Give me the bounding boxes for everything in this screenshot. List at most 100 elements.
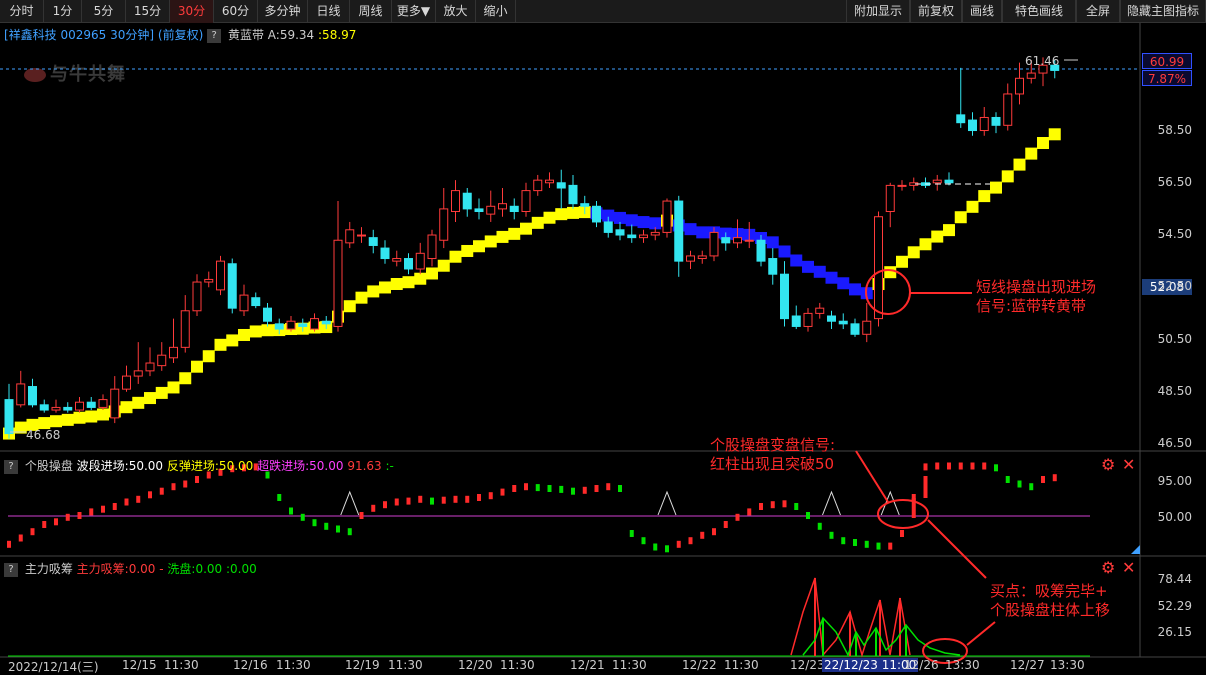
band-block (214, 338, 227, 351)
sub1-mark (911, 494, 916, 501)
indicator-a-value: A:59.34 (267, 28, 315, 42)
sub1-mark (347, 528, 352, 536)
annotation-entry-signal: 短线操盘出现进场 信号:蓝带转黄带 (976, 278, 1097, 315)
candle-body (627, 234, 637, 239)
candle-body (380, 247, 390, 260)
sub2-name: 主力吸筹 (24, 562, 73, 576)
sub1-mark (853, 539, 857, 546)
candle-body (615, 229, 625, 236)
candle-body (204, 278, 214, 283)
close-icon[interactable]: ✕ (1122, 455, 1135, 474)
sub-panel-2-header: ? 主力吸筹 主力吸筹:0.00 - 洗盘:0.00 :0.00 (4, 560, 257, 577)
candle-body (921, 182, 930, 186)
toolbar-button-0[interactable]: 分时 (0, 0, 44, 23)
candle-body (803, 312, 813, 327)
band-block (1013, 158, 1026, 171)
time-axis-label: 13:30 (945, 658, 980, 672)
candle-body (157, 354, 167, 367)
band-block (144, 392, 156, 405)
candle-body (545, 179, 554, 184)
candle-body (451, 190, 460, 213)
sub1-mark (629, 530, 634, 537)
candle-body (145, 362, 155, 372)
toolbar-button-11[interactable]: 缩小 (476, 0, 516, 23)
price-axis-label: 46.50 (1157, 436, 1192, 450)
sub1-mark (864, 540, 869, 548)
current-price-badge: 60.99 (1142, 53, 1192, 69)
sub1-name: 个股操盘 (24, 459, 73, 473)
toolbar-button-7[interactable]: 日线 (308, 0, 350, 23)
candle-body (98, 399, 108, 408)
candle-body (133, 370, 143, 377)
toolbar-button-9[interactable]: 更多▼ (392, 0, 436, 23)
band-block (954, 211, 967, 224)
close-icon[interactable]: ✕ (1122, 558, 1135, 577)
toolbar-right-button-3[interactable]: 特色画线 (1002, 0, 1076, 23)
candle-body (603, 221, 613, 233)
sub1-mark (124, 498, 129, 506)
band-block (179, 372, 192, 385)
sub1-mark (465, 495, 470, 503)
sub1-mark (300, 513, 305, 521)
candle-body (686, 255, 695, 262)
sub1-mark (594, 485, 599, 492)
help-icon[interactable]: ? (207, 28, 222, 43)
sub1-mark (759, 503, 763, 510)
sub1-mark (958, 462, 963, 470)
band-block (3, 427, 15, 440)
settings-gear-icon[interactable]: ⚙ (1101, 455, 1115, 474)
toolbar-button-1[interactable]: 1分 (44, 0, 82, 23)
toolbar-right-button-4[interactable]: 全屏 (1076, 0, 1120, 23)
sub1-bar (923, 476, 928, 498)
toolbar-button-3[interactable]: 15分 (126, 0, 170, 23)
sub1-mark (653, 543, 658, 551)
sub2-green-line (802, 616, 961, 657)
high-marker: 61.46 (1025, 54, 1060, 68)
sub1-mark (829, 531, 834, 539)
band-block (296, 322, 309, 335)
help-icon[interactable]: ? (4, 459, 18, 474)
candle-body (1015, 77, 1024, 95)
band-block (684, 223, 697, 236)
candle-body (122, 375, 131, 390)
annotation-pointer (966, 621, 996, 646)
sub1-mark (453, 495, 458, 503)
candle-body (16, 383, 26, 406)
band-block (919, 238, 932, 251)
band-block (731, 228, 744, 241)
band-block (719, 227, 732, 240)
time-axis-label: 11:30 (388, 658, 423, 672)
sub1-legend-1: 反弹进场:50.00 (166, 459, 258, 473)
toolbar-button-10[interactable]: 放大 (436, 0, 476, 23)
candle-body (63, 406, 73, 411)
toolbar-button-8[interactable]: 周线 (350, 0, 392, 23)
time-axis-label: 12/22 (682, 658, 717, 672)
candle-body (368, 237, 378, 246)
price-axis-label: 54.50 (1157, 227, 1192, 242)
settings-gear-icon[interactable]: ⚙ (1101, 558, 1115, 577)
toolbar-right-button-2[interactable]: 画线 (962, 0, 1002, 23)
toolbar-button-2[interactable]: 5分 (82, 0, 126, 23)
band-block (61, 413, 74, 426)
toolbar-right-button-1[interactable]: 前复权 (910, 0, 962, 23)
sub1-mark (970, 462, 975, 470)
band-block (766, 236, 779, 249)
candle-body (756, 239, 766, 262)
band-block (332, 310, 344, 323)
help-icon[interactable]: ? (4, 562, 18, 577)
sub1-mark (136, 495, 141, 503)
toolbar-right-button-0[interactable]: 附加显示 (846, 0, 910, 23)
candle-body (227, 263, 237, 309)
band-block (637, 216, 650, 229)
toolbar-right-button-5[interactable]: 隐藏主图指标 (1120, 0, 1206, 23)
time-axis-label: 12/20 (458, 658, 493, 672)
toolbar-button-6[interactable]: 多分钟 (258, 0, 308, 23)
band-block (590, 207, 603, 220)
toolbar-button-4[interactable]: 30分 (170, 0, 214, 23)
candle-body (39, 404, 49, 411)
candle-body (274, 323, 284, 330)
toolbar-button-5[interactable]: 60分 (214, 0, 258, 23)
candle-body (392, 258, 402, 262)
candle-body (968, 119, 977, 132)
band-block (108, 405, 121, 418)
